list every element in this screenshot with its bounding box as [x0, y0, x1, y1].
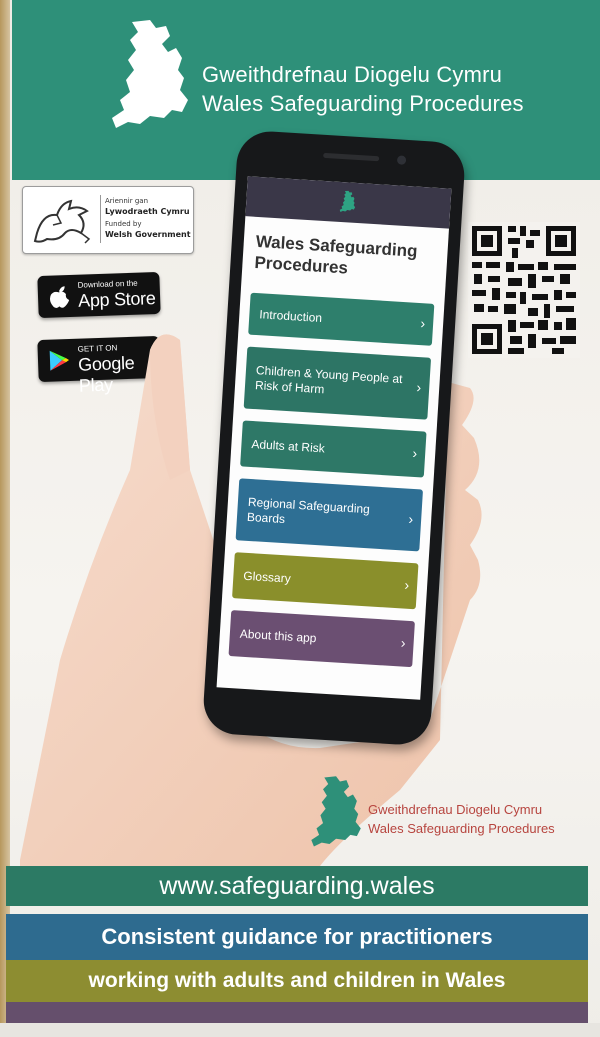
app-title: Wales Safeguarding Procedures	[253, 231, 418, 278]
table-surface	[0, 1023, 600, 1037]
chevron-right-icon: ›	[416, 378, 422, 396]
phone-mockup: Wales Safeguarding Procedures Introducti…	[201, 129, 467, 747]
menu-item-label: Introduction	[259, 306, 323, 325]
menu-item-adults-at-risk[interactable]: Adults at Risk ›	[240, 420, 427, 478]
phone-camera	[396, 155, 407, 165]
website-url[interactable]: www.safeguarding.wales	[6, 866, 588, 906]
guidance-line-2: working with adults and children in Wale…	[6, 960, 588, 1002]
lower-logo-title-welsh: Gweithdrefnau Diogelu Cymru	[368, 802, 543, 817]
menu-item-label: About this app	[239, 626, 317, 645]
app-screen: Wales Safeguarding Procedures Introducti…	[216, 176, 452, 700]
app-top-bar	[245, 176, 452, 229]
chevron-right-icon: ›	[420, 315, 426, 332]
menu-item-label: Regional Safeguarding Boards	[246, 494, 371, 527]
menu-item-about[interactable]: About this app ›	[228, 610, 415, 668]
menu-item-introduction[interactable]: Introduction ›	[248, 292, 435, 346]
menu-item-label: Adults at Risk	[251, 436, 326, 455]
menu-item-regional-boards[interactable]: Regional Safeguarding Boards ›	[235, 478, 424, 552]
menu-item-label: Children & Young People at Risk of Harm	[254, 363, 403, 397]
guidance-line-1: Consistent guidance for practitioners	[6, 914, 588, 960]
chevron-right-icon: ›	[400, 634, 407, 651]
wales-map-icon	[311, 776, 361, 847]
purple-band	[6, 1002, 588, 1024]
menu-item-children-young-people[interactable]: Children & Young People at Risk of Harm …	[243, 346, 432, 420]
menu-item-label: Glossary	[243, 568, 292, 586]
phone-speaker	[323, 152, 380, 162]
chevron-right-icon: ›	[412, 444, 418, 462]
chevron-right-icon: ›	[404, 576, 410, 593]
wales-map-icon	[339, 190, 356, 212]
menu-item-glossary[interactable]: Glossary ›	[232, 552, 419, 610]
chevron-right-icon: ›	[408, 510, 414, 527]
leaflet: Gweithdrefnau Diogelu Cymru Wales Safegu…	[0, 0, 600, 1037]
lower-logo-title-english: Wales Safeguarding Procedures	[368, 821, 555, 836]
